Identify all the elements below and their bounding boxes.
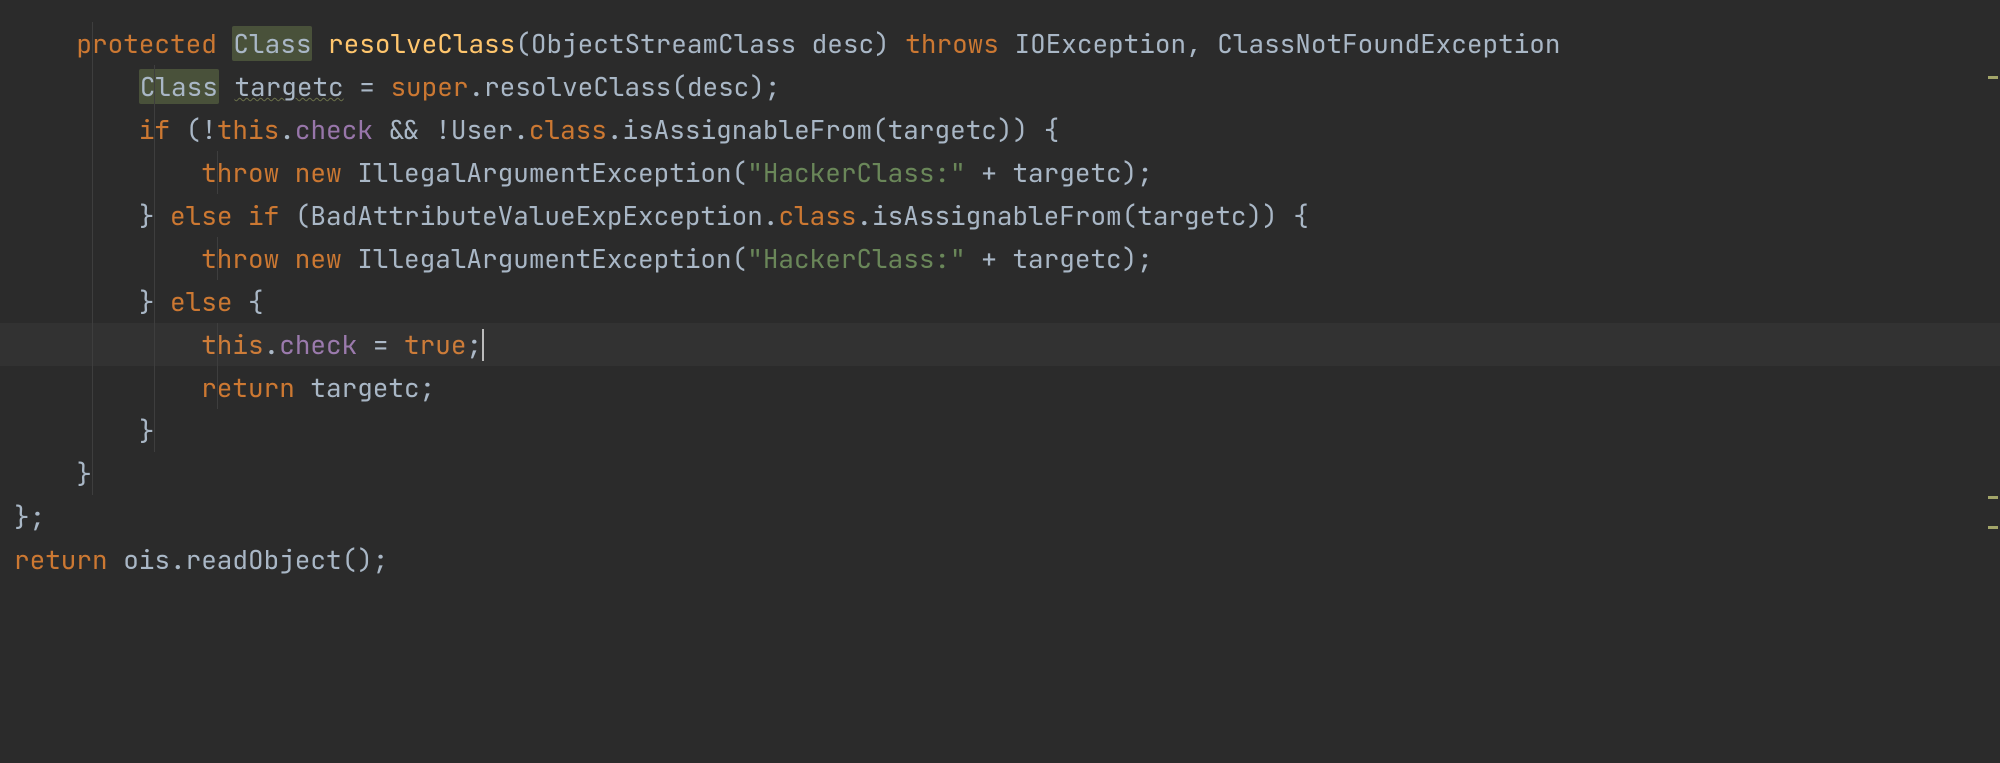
current-line-highlight	[0, 323, 2000, 366]
indent-guide	[217, 366, 218, 409]
token: "HackerClass:"	[747, 241, 965, 276]
indent-guide	[92, 108, 93, 151]
token: protected	[76, 26, 232, 61]
warning-mark[interactable]	[1988, 76, 1998, 79]
indent-guide	[154, 366, 155, 409]
token: .resolveClass(desc);	[468, 69, 780, 104]
indent	[14, 413, 139, 448]
indent	[14, 370, 201, 405]
indent-guide	[154, 280, 155, 323]
indent-guide	[217, 237, 218, 280]
code-line[interactable]: } else {	[14, 280, 2000, 323]
token: ,	[1186, 26, 1217, 61]
indent	[14, 284, 139, 319]
indent	[14, 241, 201, 276]
indent-guide	[92, 280, 93, 323]
code-line[interactable]: if (!this.check && !User.class.isAssigna…	[14, 108, 2000, 151]
token: throw new	[201, 241, 357, 276]
token: super	[390, 69, 468, 104]
token: };	[14, 499, 45, 534]
token: class	[778, 198, 856, 233]
indent	[14, 26, 76, 61]
indent-guide	[154, 65, 155, 108]
token: ClassNotFoundException	[1217, 26, 1560, 61]
token: {	[248, 284, 264, 319]
code-line[interactable]: };	[14, 495, 2000, 538]
code-line[interactable]: protected Class resolveClass(ObjectStrea…	[14, 22, 2000, 65]
token	[219, 69, 235, 104]
code-line[interactable]: throw new IllegalArgumentException("Hack…	[14, 237, 2000, 280]
token: if	[139, 112, 186, 147]
token: Class	[232, 26, 312, 61]
token: check	[295, 112, 373, 147]
token: throw new	[201, 155, 357, 190]
indent	[14, 155, 201, 190]
indent-guide	[92, 194, 93, 237]
indent	[14, 69, 139, 104]
indent	[14, 112, 139, 147]
indent-guide	[154, 108, 155, 151]
token: .isAssignableFrom(targetc)) {	[607, 112, 1059, 147]
token: IllegalArgumentException(	[357, 241, 747, 276]
token: else if	[170, 198, 295, 233]
code-area[interactable]: protected Class resolveClass(ObjectStrea…	[0, 22, 2000, 581]
token: && !User.	[373, 112, 529, 147]
token: else	[170, 284, 248, 319]
indent-guide	[92, 366, 93, 409]
indent-guide	[92, 65, 93, 108]
token	[312, 26, 328, 61]
token: }	[139, 413, 155, 448]
indent	[14, 198, 139, 233]
error-stripe[interactable]	[1986, 0, 2000, 763]
indent-guide	[92, 452, 93, 495]
token: .isAssignableFrom(targetc)) {	[856, 198, 1308, 233]
token: .	[279, 112, 295, 147]
token: + targetc);	[966, 241, 1153, 276]
warning-mark[interactable]	[1988, 496, 1998, 499]
token: targetc	[234, 69, 343, 104]
token: }	[76, 456, 92, 491]
indent-guide	[217, 151, 218, 194]
token: (BadAttributeValueExpException.	[295, 198, 779, 233]
code-line[interactable]: Class targetc = super.resolveClass(desc)…	[14, 65, 2000, 108]
token: ois.readObject();	[123, 542, 388, 577]
indent-guide	[154, 409, 155, 452]
code-line[interactable]: }	[14, 452, 2000, 495]
token: + targetc);	[966, 155, 1153, 190]
token: targetc;	[310, 370, 435, 405]
indent-guide	[154, 194, 155, 237]
token: throws	[905, 26, 1014, 61]
token: return	[14, 542, 123, 577]
indent-guide	[217, 323, 218, 366]
indent-guide	[154, 237, 155, 280]
code-line[interactable]: } else if (BadAttributeValueExpException…	[14, 194, 2000, 237]
token: class	[529, 112, 607, 147]
token: resolveClass	[328, 26, 515, 61]
code-line[interactable]: return targetc;	[14, 366, 2000, 409]
token: "HackerClass:"	[747, 155, 965, 190]
indent-guide	[154, 323, 155, 366]
indent-guide	[92, 22, 93, 65]
code-line[interactable]: throw new IllegalArgumentException("Hack…	[14, 151, 2000, 194]
code-line[interactable]: }	[14, 409, 2000, 452]
token: this	[217, 112, 279, 147]
indent-guide	[92, 409, 93, 452]
token: Class	[139, 69, 219, 104]
code-line[interactable]: return ois.readObject();	[14, 538, 2000, 581]
code-editor[interactable]: protected Class resolveClass(ObjectStrea…	[0, 0, 2000, 763]
warning-mark[interactable]	[1988, 526, 1998, 529]
token: IllegalArgumentException(	[357, 155, 747, 190]
indent-guide	[92, 323, 93, 366]
token: =	[344, 69, 391, 104]
indent	[14, 456, 76, 491]
token: (!	[186, 112, 217, 147]
indent-guide	[92, 151, 93, 194]
token: IOException	[1014, 26, 1186, 61]
caret	[482, 329, 484, 361]
token: (ObjectStreamClass desc)	[515, 26, 905, 61]
indent-guide	[154, 151, 155, 194]
indent-guide	[92, 237, 93, 280]
